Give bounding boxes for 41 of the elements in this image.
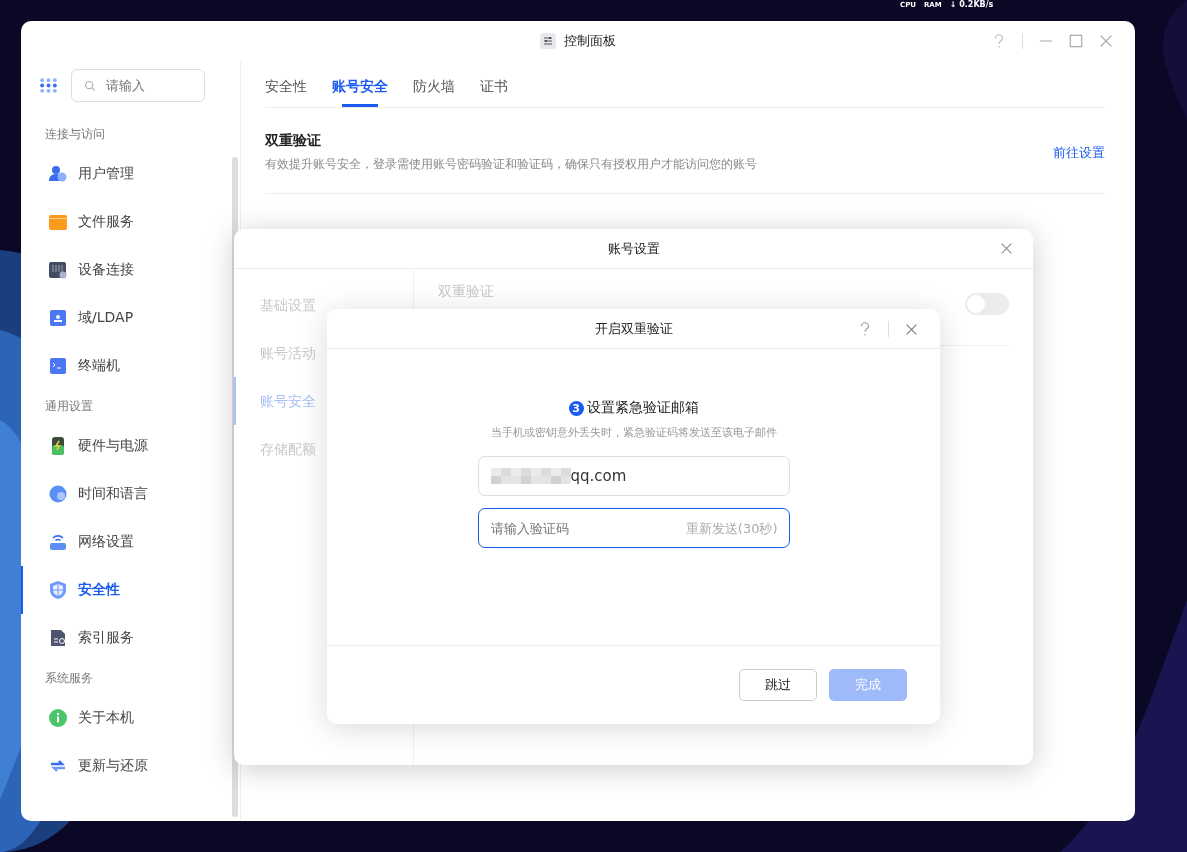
dialog-title: 开启双重验证 [594,319,673,338]
search-icon [84,80,96,92]
setting-description: 有效提升账号安全，登录需使用账号密码验证和验证码，确保只有授权用户才能访问您的账号 [265,156,757,173]
maximize-icon[interactable] [1069,33,1083,49]
tab[interactable]: 安全性 [265,61,307,107]
hint-text: 当手机或密钥意外丢失时，紧急验证码将发送至该电子邮件 [490,425,777,440]
email-value: qq.com [570,467,627,485]
sliders-icon [540,33,556,49]
status-text: ↓ 0.2KB/s [949,1,994,9]
globe-icon [48,484,68,504]
close-icon[interactable] [1000,242,1013,255]
terminal-icon [48,356,68,376]
email-field[interactable]: qq.com [477,456,790,496]
setting-title: 双重验证 [265,132,322,150]
router-icon [48,532,68,552]
section-heading: 连接与访问 [44,126,106,143]
window-title: 控制面板 [564,32,616,50]
step-heading: 设置紧急验证邮箱 [586,399,699,417]
dialog-title: 账号设置 [607,239,660,258]
document-search-icon [48,628,68,648]
skip-button[interactable]: 跳过 [739,669,817,701]
sidebar-item[interactable]: 文件服务 [21,198,240,246]
shield-icon [48,580,68,600]
step-number: 3 [568,400,584,416]
device-icon [48,260,68,280]
close-icon[interactable] [905,322,918,336]
sidebar-item[interactable]: 用户管理 [21,150,240,198]
help-icon[interactable] [858,321,872,337]
search-field[interactable]: 请输入 [71,69,205,102]
section-heading: 系统服务 [44,670,94,687]
help-icon[interactable] [992,33,1006,49]
apps-icon[interactable] [40,78,57,93]
tab[interactable]: 防火墙 [413,61,455,107]
user-icon [48,164,68,184]
setup-link[interactable]: 前往设置 [1053,143,1105,162]
close-icon[interactable] [1099,33,1113,49]
tab[interactable]: 证书 [480,61,508,107]
id-card-icon [48,308,68,328]
folder-icon [48,212,68,232]
section-heading: 通用设置 [44,398,94,415]
info-icon [48,708,68,728]
